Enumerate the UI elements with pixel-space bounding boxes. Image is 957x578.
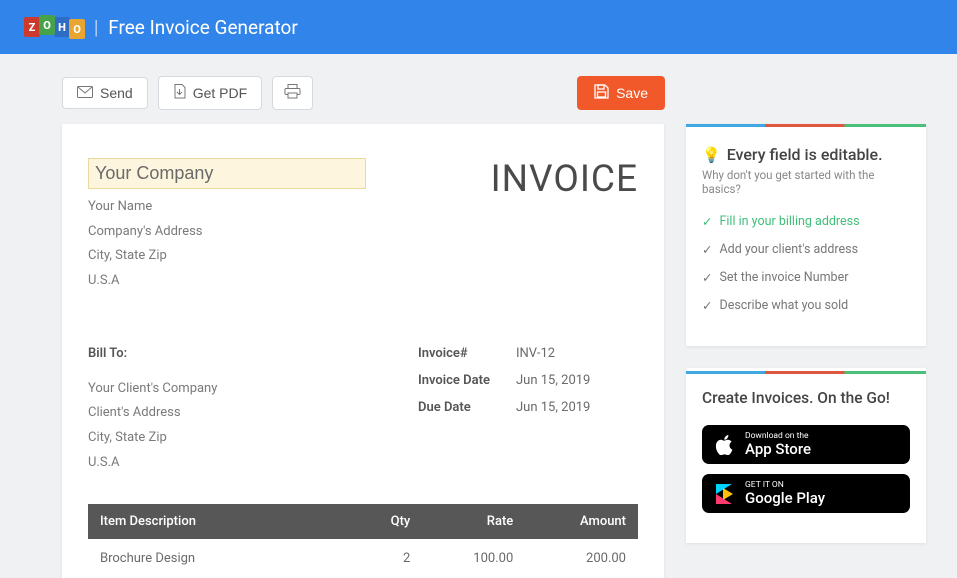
play-big-text: Google Play — [745, 490, 825, 507]
item-qty[interactable]: 2 — [352, 539, 422, 578]
appstore-big-text: App Store — [745, 441, 811, 458]
check-icon: ✓ — [702, 270, 712, 286]
tip-text: Describe what you sold — [719, 298, 848, 313]
promo-card: Create Invoices. On the Go! Download on … — [686, 368, 926, 543]
google-play-icon — [714, 483, 736, 505]
google-play-button[interactable]: GET IT ON Google Play — [702, 474, 910, 513]
invoice-date-label: Invoice Date — [418, 373, 516, 388]
item-desc[interactable]: Brochure Design — [88, 539, 352, 578]
tip-item: ✓ Describe what you sold — [702, 298, 910, 314]
tip-text: Set the invoice Number — [719, 270, 848, 285]
invoice-number-value[interactable]: INV-12 — [516, 346, 555, 361]
company-name-input[interactable] — [88, 158, 366, 189]
due-date-value[interactable]: Jun 15, 2019 — [516, 400, 590, 415]
company-section: Your Name Company's Address City, State … — [88, 158, 368, 294]
invoice-card: Your Name Company's Address City, State … — [62, 124, 664, 578]
page-title: Free Invoice Generator — [108, 16, 298, 39]
get-pdf-button[interactable]: Get PDF — [158, 76, 262, 110]
download-icon — [173, 84, 186, 102]
col-qty: Qty — [352, 504, 422, 539]
app-header: Z O H O | Free Invoice Generator — [0, 0, 957, 54]
tip-item: ✓ Set the invoice Number — [702, 270, 910, 286]
tip-text: Add your client's address — [719, 242, 858, 257]
lightbulb-icon: 💡 — [702, 146, 721, 164]
tips-card: 💡 Every field is editable. Why don't you… — [686, 124, 926, 346]
check-icon: ✓ — [702, 242, 712, 258]
app-store-button[interactable]: Download on the App Store — [702, 425, 910, 464]
printer-icon — [284, 84, 301, 102]
tips-checklist: ✓ Fill in your billing address ✓ Add your … — [702, 214, 910, 314]
col-amount: Amount — [525, 504, 638, 539]
sidebar: 💡 Every field is editable. Why don't you… — [686, 124, 926, 543]
due-date-label: Due Date — [418, 400, 516, 415]
logo-letter: H — [54, 17, 70, 37]
tips-subtitle: Why don't you get started with the basic… — [702, 168, 910, 196]
toolbar: Send Get PDF Save — [0, 54, 957, 124]
check-icon: ✓ — [702, 298, 712, 314]
send-label: Send — [100, 85, 133, 101]
print-button[interactable] — [272, 76, 313, 110]
content-area: Your Name Company's Address City, State … — [0, 124, 957, 578]
items-header-row: Item Description Qty Rate Amount — [88, 504, 638, 539]
client-country-field[interactable]: U.S.A — [88, 451, 388, 476]
tips-title: 💡 Every field is editable. — [702, 145, 910, 164]
send-button[interactable]: Send — [62, 77, 148, 109]
item-amount[interactable]: 200.00 — [525, 539, 638, 578]
your-name-field[interactable]: Your Name — [88, 195, 368, 220]
save-icon — [594, 84, 609, 102]
logo-letter: O — [39, 15, 55, 35]
client-city-field[interactable]: City, State Zip — [88, 426, 388, 451]
bill-to-label: Bill To: — [88, 346, 388, 361]
tip-item: ✓ Fill in your billing address — [702, 214, 910, 230]
client-address-field[interactable]: Client's Address — [88, 401, 388, 426]
tip-item: ✓ Add your client's address — [702, 242, 910, 258]
get-pdf-label: Get PDF — [193, 85, 247, 101]
company-country-field[interactable]: U.S.A — [88, 269, 368, 294]
invoice-title[interactable]: INVOICE — [491, 158, 638, 201]
table-row[interactable]: Brochure Design 2 100.00 200.00 — [88, 539, 638, 578]
tips-title-text: Every field is editable. — [727, 145, 883, 164]
invoice-number-label: Invoice# — [418, 346, 516, 361]
header-divider: | — [94, 16, 98, 39]
check-icon: ✓ — [702, 214, 712, 230]
client-company-field[interactable]: Your Client's Company — [88, 377, 388, 402]
item-rate[interactable]: 100.00 — [422, 539, 525, 578]
invoice-date-value[interactable]: Jun 15, 2019 — [516, 373, 590, 388]
company-address-field[interactable]: Company's Address — [88, 220, 368, 245]
tip-text: Fill in your billing address — [719, 214, 859, 229]
items-table: Item Description Qty Rate Amount Brochur… — [88, 504, 638, 578]
apple-icon — [714, 434, 736, 456]
invoice-meta: Invoice# INV-12 Invoice Date Jun 15, 201… — [418, 346, 590, 476]
zoho-logo: Z O H O — [24, 17, 84, 37]
company-city-field[interactable]: City, State Zip — [88, 244, 368, 269]
col-desc: Item Description — [88, 504, 352, 539]
save-label: Save — [616, 85, 648, 101]
logo-letter: O — [69, 19, 85, 39]
promo-title: Create Invoices. On the Go! — [702, 389, 910, 407]
bill-to-section: Bill To: Your Client's Company Client's … — [88, 346, 388, 476]
envelope-icon — [77, 85, 93, 101]
logo-letter: Z — [24, 17, 40, 37]
col-rate: Rate — [422, 504, 525, 539]
save-button[interactable]: Save — [577, 76, 665, 110]
